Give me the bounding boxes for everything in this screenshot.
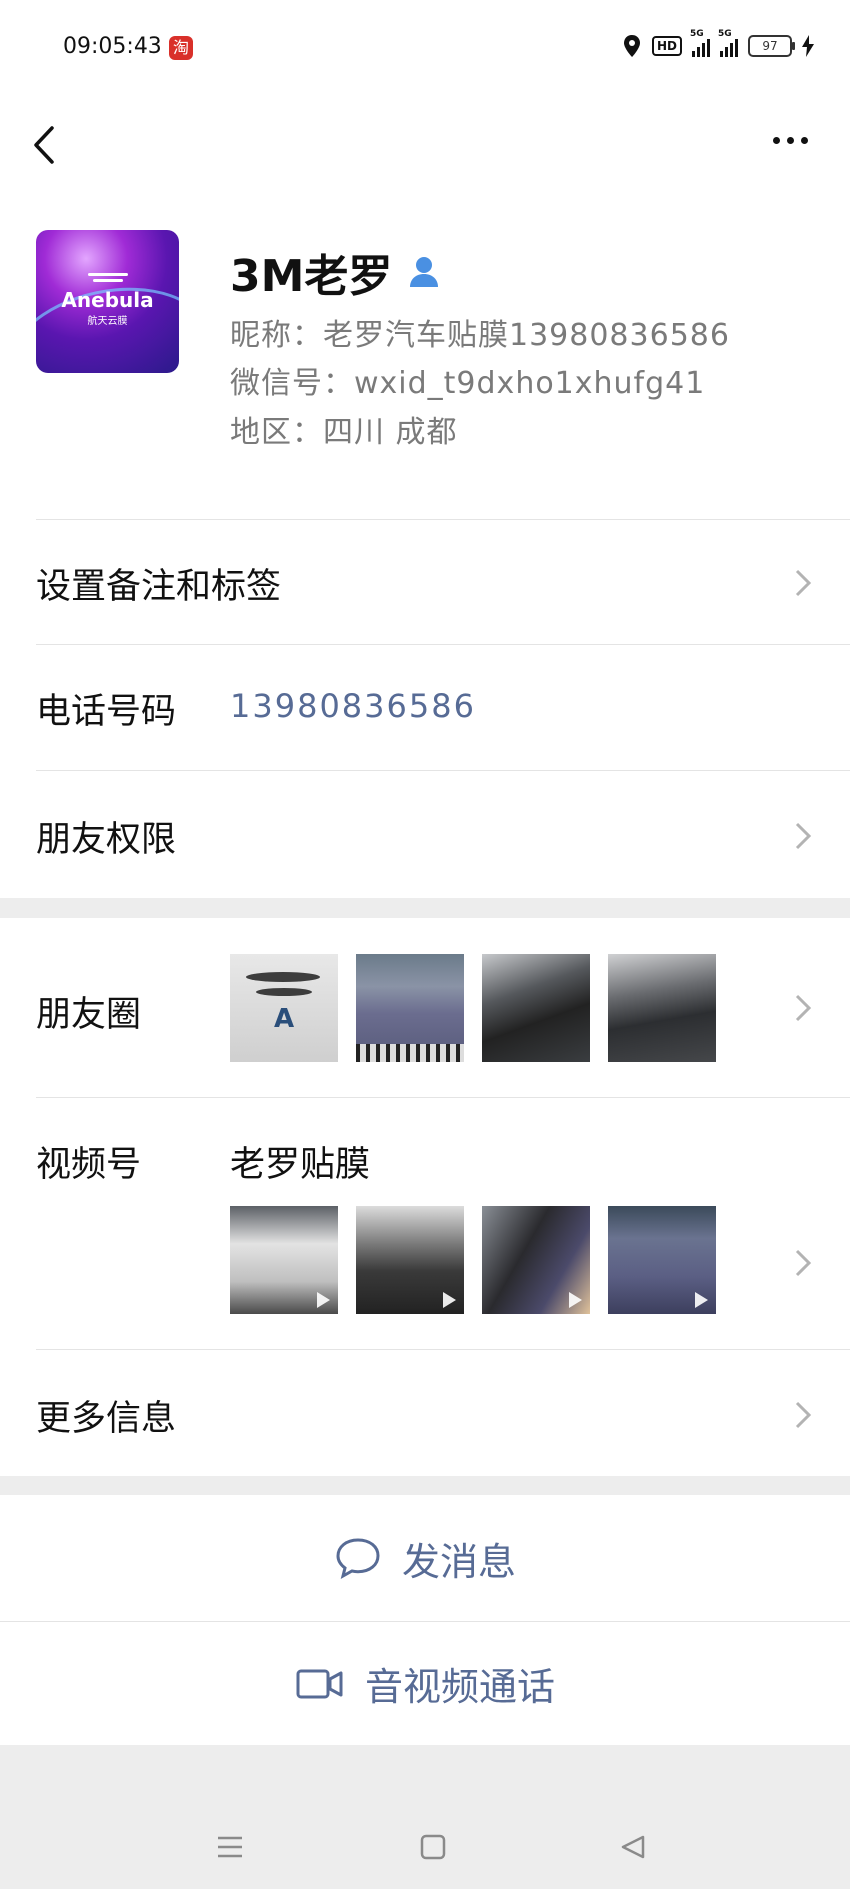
status-time: 09:05:43: [63, 34, 162, 59]
channels-row[interactable]: 视频号 老罗贴膜: [0, 1098, 850, 1350]
chevron-right-icon: [795, 1249, 812, 1277]
send-message-label: 发消息: [401, 1539, 516, 1584]
chevron-right-icon: [795, 822, 812, 850]
video-camera-icon: [296, 1669, 343, 1698]
moments-thumbnail[interactable]: [482, 954, 590, 1062]
system-nav-bar: [0, 1745, 850, 1889]
video-thumbnail[interactable]: [230, 1206, 338, 1314]
signal-icon: 5G: [690, 29, 710, 57]
nav-bar: [0, 100, 850, 195]
avatar-brand: Anebula: [61, 288, 154, 312]
chat-bubble-icon: [336, 1538, 380, 1579]
phone-row[interactable]: 电话号码 13980836586: [0, 645, 850, 771]
moments-thumbnail[interactable]: [608, 954, 716, 1062]
chevron-right-icon: [795, 994, 812, 1022]
moments-thumbnail[interactable]: [356, 954, 464, 1062]
video-thumbnail[interactable]: [482, 1206, 590, 1314]
play-icon: [317, 1292, 330, 1308]
moments-label: 朋友圈: [36, 995, 142, 1035]
chevron-right-icon: [795, 1401, 812, 1429]
profile-card: Anebula 航天云膜 3M老罗 昵称：老罗汽车贴膜13980836586 微信…: [0, 195, 850, 520]
remark-label: 设置备注和标签: [36, 567, 282, 607]
hd-icon: HD: [651, 36, 682, 56]
moments-thumbnail[interactable]: A: [230, 954, 338, 1062]
video-thumbnail[interactable]: [356, 1206, 464, 1314]
play-icon: [569, 1292, 582, 1308]
channels-name: 老罗贴膜: [230, 1145, 371, 1185]
permission-row[interactable]: 朋友权限: [0, 771, 850, 898]
back-arrow-icon[interactable]: [30, 120, 70, 170]
profile-name: 3M老罗: [230, 251, 393, 302]
video-call-label: 音视频通话: [364, 1665, 555, 1709]
remark-row[interactable]: 设置备注和标签: [0, 520, 850, 645]
verified-user-icon: [410, 257, 439, 287]
avatar-sub: 航天云膜: [87, 316, 128, 327]
charging-icon: [802, 35, 814, 57]
wechat-id: 微信号：wxid_t9dxho1xhufg41: [230, 366, 706, 401]
video-thumbnail[interactable]: [608, 1206, 716, 1314]
signal-icon-2: 5G: [718, 29, 738, 57]
taobao-icon: 淘: [169, 36, 193, 60]
menu-icon[interactable]: [216, 1835, 244, 1859]
battery-icon: 97: [748, 35, 795, 57]
nickname: 昵称：老罗汽车贴膜13980836586: [230, 318, 730, 353]
more-info-label: 更多信息: [36, 1399, 177, 1439]
location-icon: [623, 35, 640, 57]
phone-value[interactable]: 13980836586: [230, 687, 476, 725]
channels-label: 视频号: [36, 1145, 142, 1185]
video-call-button[interactable]: 音视频通话: [0, 1622, 850, 1745]
play-icon: [695, 1292, 708, 1308]
avatar[interactable]: Anebula 航天云膜: [36, 230, 179, 373]
more-options-icon[interactable]: [760, 120, 820, 160]
phone-label: 电话号码: [36, 692, 177, 732]
status-icons: HD 5G 5G 97: [622, 29, 814, 58]
back-icon[interactable]: [620, 1834, 646, 1860]
moments-row[interactable]: 朋友圈 A: [0, 918, 850, 1098]
status-bar: 09:05:43 淘 HD 5G 5G 97: [0, 0, 850, 100]
more-info-row[interactable]: 更多信息: [0, 1350, 850, 1476]
permission-label: 朋友权限: [36, 820, 177, 860]
region: 地区：四川 成都: [230, 415, 458, 450]
home-icon[interactable]: [420, 1834, 446, 1860]
profile-name-row: 3M老罗: [230, 240, 440, 304]
play-icon: [443, 1292, 456, 1308]
chevron-right-icon: [795, 569, 812, 597]
send-message-button[interactable]: 发消息: [0, 1495, 850, 1621]
